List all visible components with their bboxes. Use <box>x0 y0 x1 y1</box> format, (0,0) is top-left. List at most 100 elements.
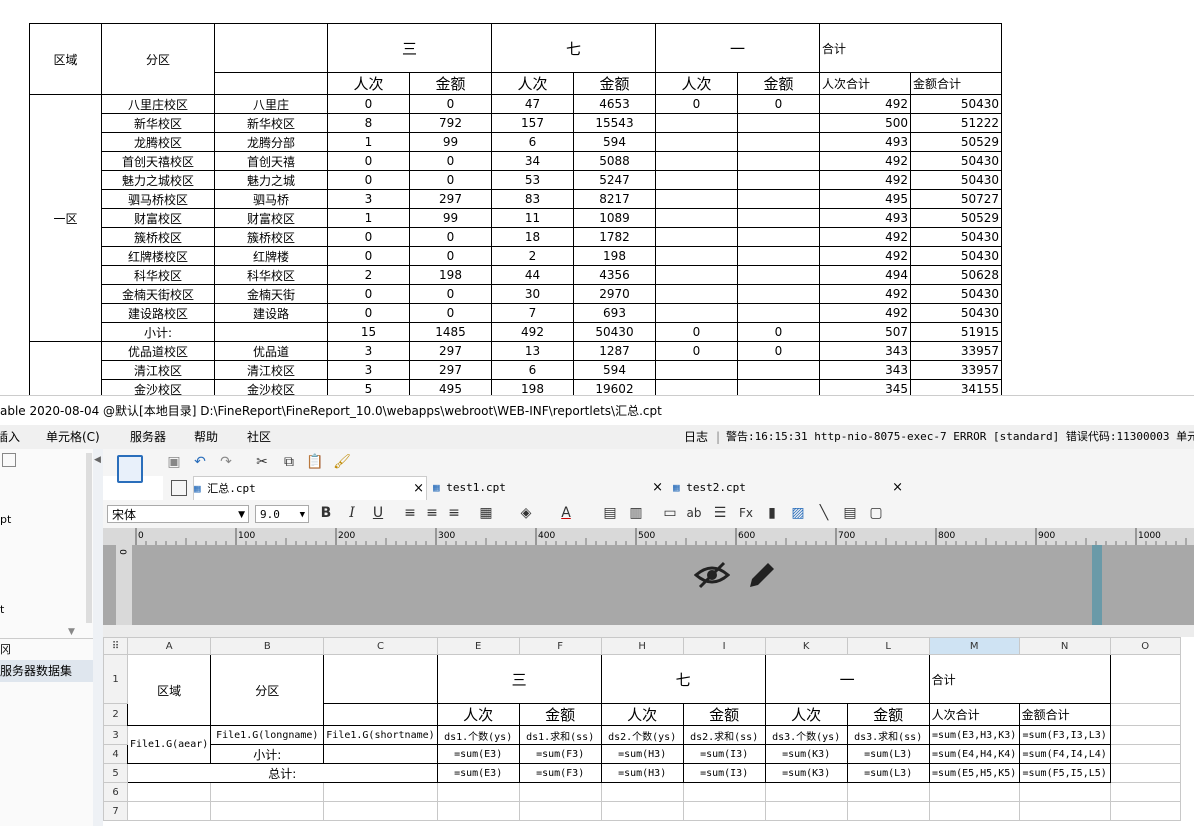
cell-l3[interactable]: ds3.求和(ss) <box>846 725 930 745</box>
scrollbar[interactable] <box>86 453 92 623</box>
close-icon[interactable]: × <box>652 476 663 500</box>
grid-cell[interactable] <box>1018 801 1111 821</box>
cell-m3[interactable]: =sum(E3,H3,K3) <box>928 725 1020 745</box>
template-icon[interactable] <box>117 455 143 483</box>
menu-help[interactable]: 帮助 <box>194 425 218 449</box>
cell-k3[interactable]: ds3.个数(ys) <box>764 725 848 745</box>
copy-icon[interactable]: ⧉ <box>280 453 298 471</box>
cell-i5[interactable]: =sum(I3) <box>682 763 766 783</box>
row-header-5[interactable]: 5 <box>103 763 128 783</box>
close-icon[interactable]: × <box>413 477 424 501</box>
collapse-arrow-icon[interactable]: ◀ <box>94 455 101 465</box>
template-item[interactable]: pt <box>0 513 11 526</box>
text-icon[interactable]: ab <box>685 504 703 522</box>
template-item-2[interactable]: t <box>0 603 4 616</box>
font-color-icon[interactable]: A <box>557 504 575 522</box>
cell-o3[interactable] <box>1109 725 1181 745</box>
cell-b1[interactable]: 分区 <box>210 654 325 726</box>
cell-h1[interactable]: 七 <box>600 654 766 704</box>
cell-o2[interactable] <box>1109 703 1181 726</box>
cell-m5[interactable]: =sum(E5,H5,K5) <box>928 763 1020 783</box>
format-painter-icon[interactable]: 🖌 <box>333 453 351 471</box>
cell-k5[interactable]: =sum(K3) <box>764 763 848 783</box>
col-header-k[interactable]: K <box>764 637 848 655</box>
bold-icon[interactable]: B <box>317 504 335 522</box>
fill-color-icon[interactable]: ◈ <box>517 504 535 522</box>
cell-f4[interactable]: =sum(F3) <box>518 744 602 764</box>
cell-l4[interactable]: =sum(L3) <box>846 744 930 764</box>
cell-a1[interactable]: 区域 <box>126 654 212 726</box>
unmerge-cells-icon[interactable]: ▥ <box>627 504 645 522</box>
underline-icon[interactable]: U <box>369 504 387 522</box>
copy-icon[interactable] <box>2 453 16 467</box>
server-dataset-item[interactable]: 服务器数据集 <box>0 660 93 682</box>
cell-k2[interactable]: 人次 <box>764 703 848 726</box>
col-header-e[interactable]: E <box>436 637 520 655</box>
cell-f5[interactable]: =sum(F3) <box>518 763 602 783</box>
cell-n4[interactable]: =sum(F4,I4,L4) <box>1018 744 1111 764</box>
frame-icon[interactable]: ▢ <box>867 504 885 522</box>
design-grid[interactable]: ⠿ A B C E F H I K L M N O 1 区域 分区 三 七 一 … <box>103 637 1194 826</box>
col-header-o[interactable]: O <box>1109 637 1181 655</box>
cut-icon[interactable]: ✂ <box>253 453 271 471</box>
save-icon[interactable]: ▣ <box>165 453 183 471</box>
row-header-4[interactable]: 4 <box>103 744 128 764</box>
subreport-icon[interactable]: ▤ <box>841 504 859 522</box>
grid-cell[interactable] <box>126 782 212 802</box>
grid-icon[interactable] <box>171 480 187 496</box>
paste-icon[interactable]: 📋 <box>306 453 324 471</box>
font-size-select[interactable]: 9.0 ▼ <box>255 505 309 523</box>
grid-cell[interactable] <box>210 782 325 802</box>
cell-m2[interactable]: 人次合计 <box>928 703 1020 726</box>
grid-cell[interactable] <box>1018 782 1111 802</box>
cell-n2[interactable]: 金额合计 <box>1018 703 1111 726</box>
cell-h4[interactable]: =sum(H3) <box>600 744 684 764</box>
col-header-i[interactable]: I <box>682 637 766 655</box>
cell-e4[interactable]: =sum(E3) <box>436 744 520 764</box>
row-header-6[interactable]: 6 <box>103 782 128 802</box>
menu-community[interactable]: 社区 <box>247 425 271 449</box>
cell-b3[interactable]: File1.G(longname) <box>210 725 325 745</box>
undo-icon[interactable]: ↶ <box>191 453 209 471</box>
grid-cell[interactable] <box>928 782 1020 802</box>
cell-e3[interactable]: ds1.个数(ys) <box>436 725 520 745</box>
menu-server[interactable]: 服务器 <box>130 425 166 449</box>
col-header-f[interactable]: F <box>518 637 602 655</box>
redo-icon[interactable]: ↷ <box>217 453 235 471</box>
cell-a3[interactable]: File1.G(aear) <box>126 725 212 764</box>
formula-icon[interactable]: Fx <box>737 504 755 522</box>
cell-m1[interactable]: 合计 <box>928 654 1111 704</box>
chart-icon[interactable]: ▮ <box>763 504 781 522</box>
row-header-3[interactable]: 3 <box>103 725 128 745</box>
grid-cell[interactable] <box>518 801 602 821</box>
cell-l2[interactable]: 金额 <box>846 703 930 726</box>
text-field-icon[interactable]: ▭ <box>661 504 679 522</box>
cell-l5[interactable]: =sum(L3) <box>846 763 930 783</box>
cell-h2[interactable]: 人次 <box>600 703 684 726</box>
row-header-2[interactable]: 2 <box>103 703 128 726</box>
grid-cell[interactable] <box>210 801 325 821</box>
grid-cell[interactable] <box>323 782 438 802</box>
row-header-7[interactable]: 7 <box>103 801 128 821</box>
header-area-canvas[interactable] <box>132 545 1194 625</box>
cell-c4[interactable] <box>323 744 438 764</box>
collapse-strip[interactable]: ◀ <box>93 449 103 826</box>
cell-a5[interactable]: 总计: <box>127 763 438 783</box>
cell-n3[interactable]: =sum(F3,I3,L3) <box>1018 725 1111 745</box>
cell-c3[interactable]: File1.G(shortname) <box>323 725 438 745</box>
cell-e2[interactable]: 人次 <box>436 703 520 726</box>
menu-cell[interactable]: 单元格(C) <box>46 425 100 449</box>
page-boundary-marker[interactable] <box>1092 545 1102 625</box>
cell-c2[interactable] <box>323 703 438 726</box>
grid-cell[interactable] <box>1109 782 1181 802</box>
cell-c1[interactable] <box>323 654 438 704</box>
grid-cell[interactable] <box>323 801 438 821</box>
col-header-a[interactable]: A <box>126 637 212 655</box>
cell-e1[interactable]: 三 <box>436 654 602 704</box>
grid-cell[interactable] <box>846 801 930 821</box>
cell-f2[interactable]: 金额 <box>518 703 602 726</box>
cell-o4[interactable] <box>1109 744 1181 764</box>
chevron-down-icon[interactable]: ▼ <box>68 627 75 637</box>
tab-test1[interactable]: ▦ test1.cpt × <box>433 476 665 500</box>
grid-cell[interactable] <box>436 782 520 802</box>
